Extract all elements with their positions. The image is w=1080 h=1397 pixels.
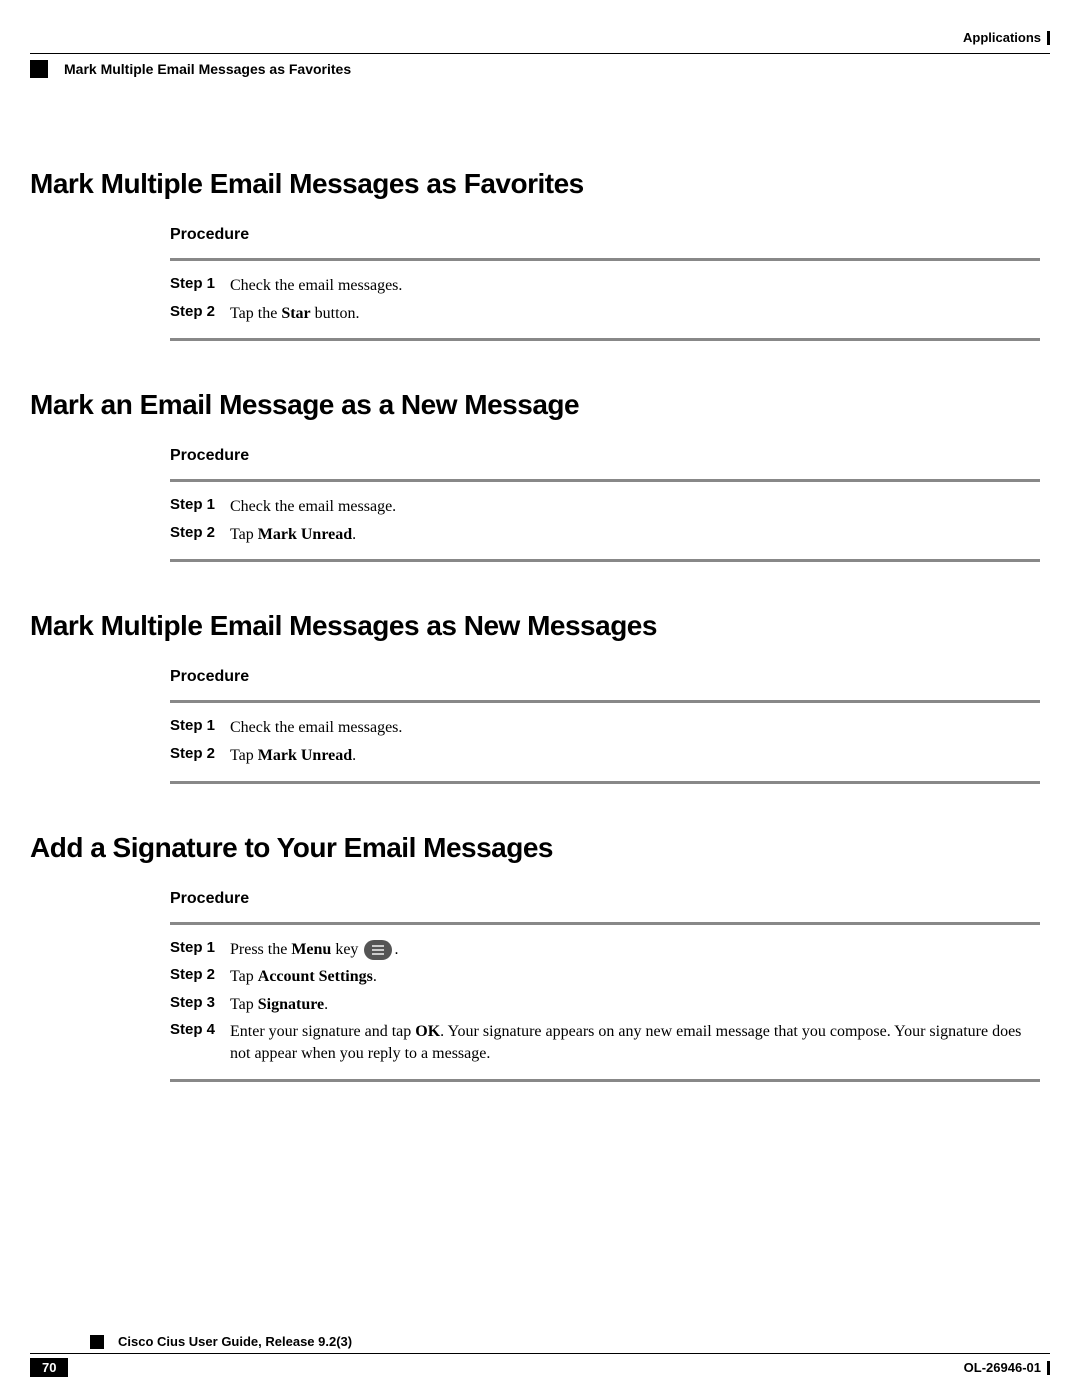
step-text-post: . [324, 996, 328, 1013]
procedure-block: Procedure Step 1 Press the Menu key . St… [170, 890, 1040, 1082]
page-footer: Cisco Cius User Guide, Release 9.2(3) 70… [30, 1334, 1050, 1377]
footer-doc-id: OL-26946-01 [964, 1360, 1050, 1375]
step-text: Check the email message. [230, 496, 396, 518]
footer-title-row: Cisco Cius User Guide, Release 9.2(3) [30, 1334, 1050, 1349]
step-row: Step 1 Check the email messages. [170, 717, 1040, 739]
step-text: Enter your signature and tap OK. Your si… [230, 1021, 1040, 1064]
step-label: Step 2 [170, 303, 230, 320]
step-text-pre: Tap the [230, 305, 281, 322]
main-content: Mark Multiple Email Messages as Favorite… [30, 168, 1050, 1082]
menu-key-icon [364, 940, 392, 960]
step-row: Step 2 Tap the Star button. [170, 303, 1040, 325]
document-page: Applications Mark Multiple Email Message… [0, 0, 1080, 1082]
step-label: Step 4 [170, 1021, 230, 1038]
step-label: Step 2 [170, 745, 230, 762]
rule-bottom [170, 559, 1040, 562]
procedure-label: Procedure [170, 226, 1040, 244]
rule-top [170, 258, 1040, 261]
step-text-bold: Menu [291, 941, 331, 958]
step-text-bold: Star [281, 305, 310, 322]
header-divider-icon [1047, 31, 1050, 45]
step-label: Step 1 [170, 275, 230, 292]
step-label: Step 2 [170, 966, 230, 983]
section-title: Mark Multiple Email Messages as Favorite… [30, 168, 1050, 200]
footer-bottom: 70 OL-26946-01 [30, 1358, 1050, 1377]
square-bullet-icon [90, 1335, 104, 1349]
step-text: Tap Mark Unread. [230, 745, 356, 767]
step-label: Step 1 [170, 496, 230, 513]
step-text: Check the email messages. [230, 275, 402, 297]
step-label: Step 1 [170, 939, 230, 956]
step-text-post: . [352, 526, 356, 543]
procedure-block: Procedure Step 1 Check the email message… [170, 226, 1040, 341]
step-text-pre: Enter your signature and tap [230, 1023, 415, 1040]
step-row: Step 2 Tap Account Settings. [170, 966, 1040, 988]
page-header: Applications [30, 30, 1050, 45]
step-text-mid: key [331, 941, 362, 958]
step-text-bold: Mark Unread [258, 526, 352, 543]
section-title: Mark an Email Message as a New Message [30, 389, 1050, 421]
step-text-pre: Tap [230, 996, 258, 1013]
procedure-label: Procedure [170, 447, 1040, 465]
step-label: Step 1 [170, 717, 230, 734]
procedure-label: Procedure [170, 668, 1040, 686]
footer-divider-icon [1047, 1361, 1050, 1375]
step-text-pre: Check the email message. [230, 498, 396, 515]
section-title: Add a Signature to Your Email Messages [30, 832, 1050, 864]
header-breadcrumb: Mark Multiple Email Messages as Favorite… [30, 60, 1050, 78]
header-rule [30, 53, 1050, 54]
rule-top [170, 922, 1040, 925]
breadcrumb-text: Mark Multiple Email Messages as Favorite… [64, 61, 351, 77]
rule-bottom [170, 781, 1040, 784]
step-row: Step 1 Check the email message. [170, 496, 1040, 518]
step-text: Press the Menu key . [230, 939, 398, 961]
step-text: Check the email messages. [230, 717, 402, 739]
step-text-bold: Mark Unread [258, 747, 352, 764]
step-text: Tap Mark Unread. [230, 524, 356, 546]
step-text: Tap Account Settings. [230, 966, 377, 988]
rule-bottom [170, 338, 1040, 341]
rule-top [170, 479, 1040, 482]
step-row: Step 2 Tap Mark Unread. [170, 524, 1040, 546]
step-text-bold: OK [415, 1023, 440, 1040]
step-text: Tap the Star button. [230, 303, 360, 325]
step-text-post: button. [311, 305, 360, 322]
chapter-text: Applications [963, 30, 1041, 45]
step-row: Step 2 Tap Mark Unread. [170, 745, 1040, 767]
step-row: Step 1 Press the Menu key . [170, 939, 1040, 961]
step-text-bold: Account Settings [258, 968, 373, 985]
step-text-pre: Check the email messages. [230, 719, 402, 736]
step-row: Step 3 Tap Signature. [170, 994, 1040, 1016]
step-text-pre: Tap [230, 747, 258, 764]
step-label: Step 3 [170, 994, 230, 1011]
step-label: Step 2 [170, 524, 230, 541]
step-text-post: . [373, 968, 377, 985]
rule-bottom [170, 1079, 1040, 1082]
chapter-label: Applications [963, 30, 1050, 45]
step-text-pre: Press the [230, 941, 291, 958]
step-text-bold: Signature [258, 996, 324, 1013]
doc-id-text: OL-26946-01 [964, 1360, 1041, 1375]
procedure-label: Procedure [170, 890, 1040, 908]
procedure-block: Procedure Step 1 Check the email message… [170, 668, 1040, 783]
step-text-post: . [352, 747, 356, 764]
step-row: Step 4 Enter your signature and tap OK. … [170, 1021, 1040, 1064]
step-text-post: . [394, 941, 398, 958]
procedure-block: Procedure Step 1 Check the email message… [170, 447, 1040, 562]
step-text-pre: Tap [230, 526, 258, 543]
step-text-pre: Check the email messages. [230, 277, 402, 294]
page-number: 70 [30, 1358, 68, 1377]
footer-rule [30, 1353, 1050, 1354]
guide-title: Cisco Cius User Guide, Release 9.2(3) [118, 1334, 352, 1349]
square-bullet-icon [30, 60, 48, 78]
rule-top [170, 700, 1040, 703]
section-title: Mark Multiple Email Messages as New Mess… [30, 610, 1050, 642]
step-text-pre: Tap [230, 968, 258, 985]
step-row: Step 1 Check the email messages. [170, 275, 1040, 297]
step-text: Tap Signature. [230, 994, 328, 1016]
